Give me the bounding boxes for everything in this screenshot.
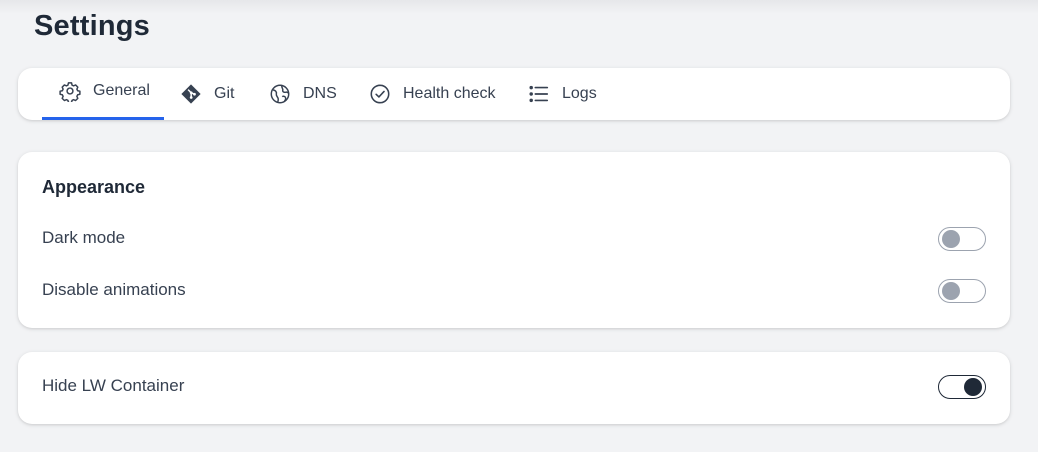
page-title: Settings: [34, 10, 150, 42]
settings-tabs: General Git DNS Health check Logs: [18, 68, 1010, 120]
dark-mode-label: Dark mode: [42, 228, 126, 247]
tab-dns[interactable]: DNS: [269, 68, 337, 120]
tab-health-check[interactable]: Health check: [369, 68, 496, 120]
list-icon: [528, 83, 550, 105]
disable-animations-toggle[interactable]: [938, 279, 986, 303]
appearance-section: Appearance Dark mode Disable animations: [18, 152, 1010, 328]
hide-lw-container-toggle[interactable]: [938, 375, 986, 399]
tab-general[interactable]: General: [42, 68, 164, 120]
tab-git[interactable]: Git: [180, 68, 234, 120]
tab-logs[interactable]: Logs: [528, 68, 597, 120]
disable-animations-label: Disable animations: [42, 280, 186, 299]
tab-label: DNS: [303, 85, 337, 102]
top-shadow: [0, 0, 1038, 14]
hide-lw-container-label: Hide LW Container: [42, 376, 185, 395]
container-section: Hide LW Container: [18, 352, 1010, 424]
git-icon: [180, 83, 202, 105]
section-heading: Appearance: [42, 177, 146, 197]
tab-label: Health check: [403, 85, 496, 102]
check-circle-icon: [369, 83, 391, 105]
tab-label: General: [93, 82, 150, 99]
dark-mode-toggle[interactable]: [938, 227, 986, 251]
gear-icon: [59, 80, 81, 102]
globe-icon: [269, 83, 291, 105]
tab-label: Logs: [562, 85, 597, 102]
toggle-knob: [942, 282, 960, 300]
toggle-knob: [964, 378, 982, 396]
toggle-knob: [942, 230, 960, 248]
tab-label: Git: [214, 85, 235, 102]
